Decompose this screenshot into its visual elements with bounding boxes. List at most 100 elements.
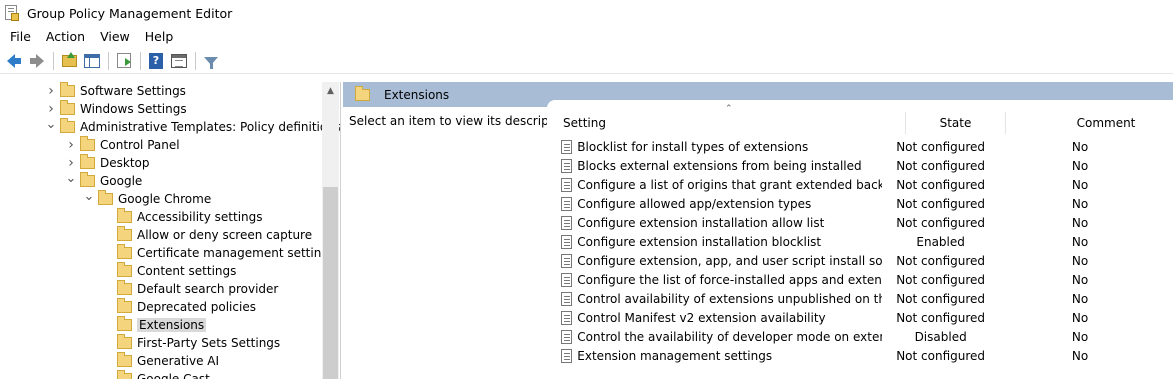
policy-row[interactable]: Blocklist for install types of extension… <box>559 137 1173 156</box>
scrollbar-thumb[interactable] <box>323 187 338 379</box>
tree-item[interactable]: › Software Settings <box>45 82 186 100</box>
tree-item[interactable]: Generative AI <box>102 352 219 370</box>
tree-item-label: Certificate management settings <box>137 246 336 260</box>
tree-item-label: Software Settings <box>80 84 186 98</box>
details-pane: Extensions Select an item to view its de… <box>343 82 1173 379</box>
policy-comment: No <box>1071 139 1089 154</box>
export-list-button[interactable] <box>114 51 134 71</box>
expand-chevron-icon[interactable]: › <box>45 82 57 100</box>
menu-bar: File Action View Help <box>0 26 1173 46</box>
folder-icon <box>98 190 113 205</box>
tree-item-label: Desktop <box>100 156 150 170</box>
tree-scrollbar[interactable]: ▲ <box>322 82 339 379</box>
tree-item[interactable]: ⌄ Google Chrome <box>83 187 212 208</box>
folder-icon <box>117 208 132 223</box>
column-header-state[interactable]: State <box>906 112 1006 134</box>
tree-item[interactable]: ⌄ Administrative Templates: Policy defini… <box>45 115 340 136</box>
forward-icon <box>30 53 44 68</box>
tree-item[interactable]: Google Cast <box>102 370 210 379</box>
policy-comment: No <box>1071 348 1089 363</box>
column-header-setting[interactable]: Setting <box>559 112 906 134</box>
tree-item[interactable]: ⌄ Google <box>65 169 143 190</box>
tree-item[interactable]: › Windows Settings <box>45 100 187 118</box>
back-button[interactable] <box>4 51 24 71</box>
tree-item-label: Allow or deny screen capture <box>137 228 313 242</box>
tree-item-label: Accessibility settings <box>137 210 263 224</box>
policy-comment: No <box>1071 158 1089 173</box>
policy-row[interactable]: Extension management settings Not configu… <box>559 346 1173 365</box>
policy-setting-name: Configure extension installation allow l… <box>577 215 825 230</box>
up-one-level-button[interactable] <box>59 51 79 71</box>
tree-item[interactable]: › Desktop <box>65 154 150 172</box>
policy-comment: No <box>1071 272 1089 287</box>
policy-state: Not configured <box>896 253 986 268</box>
toolbar-separator <box>108 51 109 70</box>
policy-row[interactable]: Control Manifest v2 extension availabili… <box>559 308 1173 327</box>
menu-view[interactable]: View <box>94 29 136 44</box>
policy-setting-icon <box>561 177 573 192</box>
tree-item-label: Windows Settings <box>80 102 187 116</box>
folder-icon <box>117 298 132 313</box>
tree-item[interactable]: Allow or deny screen capture <box>102 226 312 244</box>
tree-item[interactable]: First-Party Sets Settings <box>102 334 280 352</box>
folder-icon <box>60 100 75 115</box>
policy-row[interactable]: Configure extension installation allow l… <box>559 213 1173 232</box>
console-tree[interactable]: › Software Settings › Windows Settings ⌄ Admi… <box>5 82 341 379</box>
policy-row[interactable]: Control the availability of developer mo… <box>559 327 1173 346</box>
policy-row[interactable]: Control availability of extensions unpub… <box>559 289 1173 308</box>
policy-row[interactable]: Configure allowed app/extension types Not… <box>559 194 1173 213</box>
collapse-chevron-icon[interactable]: ⌄ <box>83 187 95 205</box>
policy-comment: No <box>1071 310 1089 325</box>
tree-item-label: Google <box>100 174 143 188</box>
policy-row[interactable]: Configure extension installation blockli… <box>559 232 1173 251</box>
policy-setting-icon <box>561 291 573 306</box>
policy-setting-name: Configure allowed app/extension types <box>577 196 812 211</box>
policy-row[interactable]: Blocks external extensions from being in… <box>559 156 1173 175</box>
policy-row[interactable]: Configure a list of origins that grant e… <box>559 175 1173 194</box>
properties-button[interactable] <box>169 51 189 71</box>
policy-comment: No <box>1071 291 1089 306</box>
policy-setting-icon <box>561 253 573 268</box>
policy-row[interactable]: Configure the list of force-installed ap… <box>559 270 1173 289</box>
help-icon: ? <box>149 52 163 69</box>
policy-comment: No <box>1071 177 1089 192</box>
policy-setting-name: Configure the list of force-installed ap… <box>577 272 883 287</box>
tree-item[interactable]: Content settings <box>102 262 236 280</box>
tree-item[interactable]: Certificate management settings <box>102 244 335 262</box>
help-button[interactable]: ? <box>146 51 166 71</box>
policy-comment: No <box>1071 196 1089 211</box>
expand-chevron-icon[interactable]: › <box>65 136 77 154</box>
menu-help[interactable]: Help <box>139 29 180 44</box>
policy-state: Not configured <box>896 196 986 211</box>
description-prompt: Select an item to view its description. <box>349 114 576 128</box>
policy-row[interactable]: Configure extension, app, and user scrip… <box>559 251 1173 270</box>
policy-setting-icon <box>561 196 573 211</box>
tree-item[interactable]: › Control Panel <box>65 136 180 154</box>
folder-icon <box>117 334 132 349</box>
menu-file[interactable]: File <box>4 29 37 44</box>
tree-item[interactable]: Accessibility settings <box>102 208 263 226</box>
tree-item[interactable]: Deprecated policies <box>102 298 256 316</box>
forward-button[interactable] <box>27 51 47 71</box>
policy-comment: No <box>1071 329 1089 344</box>
policy-state: Not configured <box>896 139 986 154</box>
policy-setting-icon <box>561 329 573 344</box>
tree-item[interactable]: Default search provider <box>102 280 278 298</box>
tree-item-label: Deprecated policies <box>137 300 256 314</box>
menu-action[interactable]: Action <box>40 29 91 44</box>
folder-icon <box>80 154 95 169</box>
show-hide-tree-button[interactable] <box>82 51 102 71</box>
collapse-chevron-icon[interactable]: ⌄ <box>65 169 77 187</box>
collapse-chevron-icon[interactable]: ⌄ <box>45 115 57 133</box>
scroll-up-icon[interactable]: ▲ <box>322 82 339 99</box>
gpo-editor-icon <box>5 5 19 21</box>
tree-item[interactable]: Extensions <box>102 316 207 334</box>
tree-item-label: Default search provider <box>137 282 279 296</box>
filter-button[interactable] <box>201 51 221 71</box>
column-header-comment[interactable]: Comment <box>1006 112 1173 134</box>
properties-icon <box>171 53 187 68</box>
